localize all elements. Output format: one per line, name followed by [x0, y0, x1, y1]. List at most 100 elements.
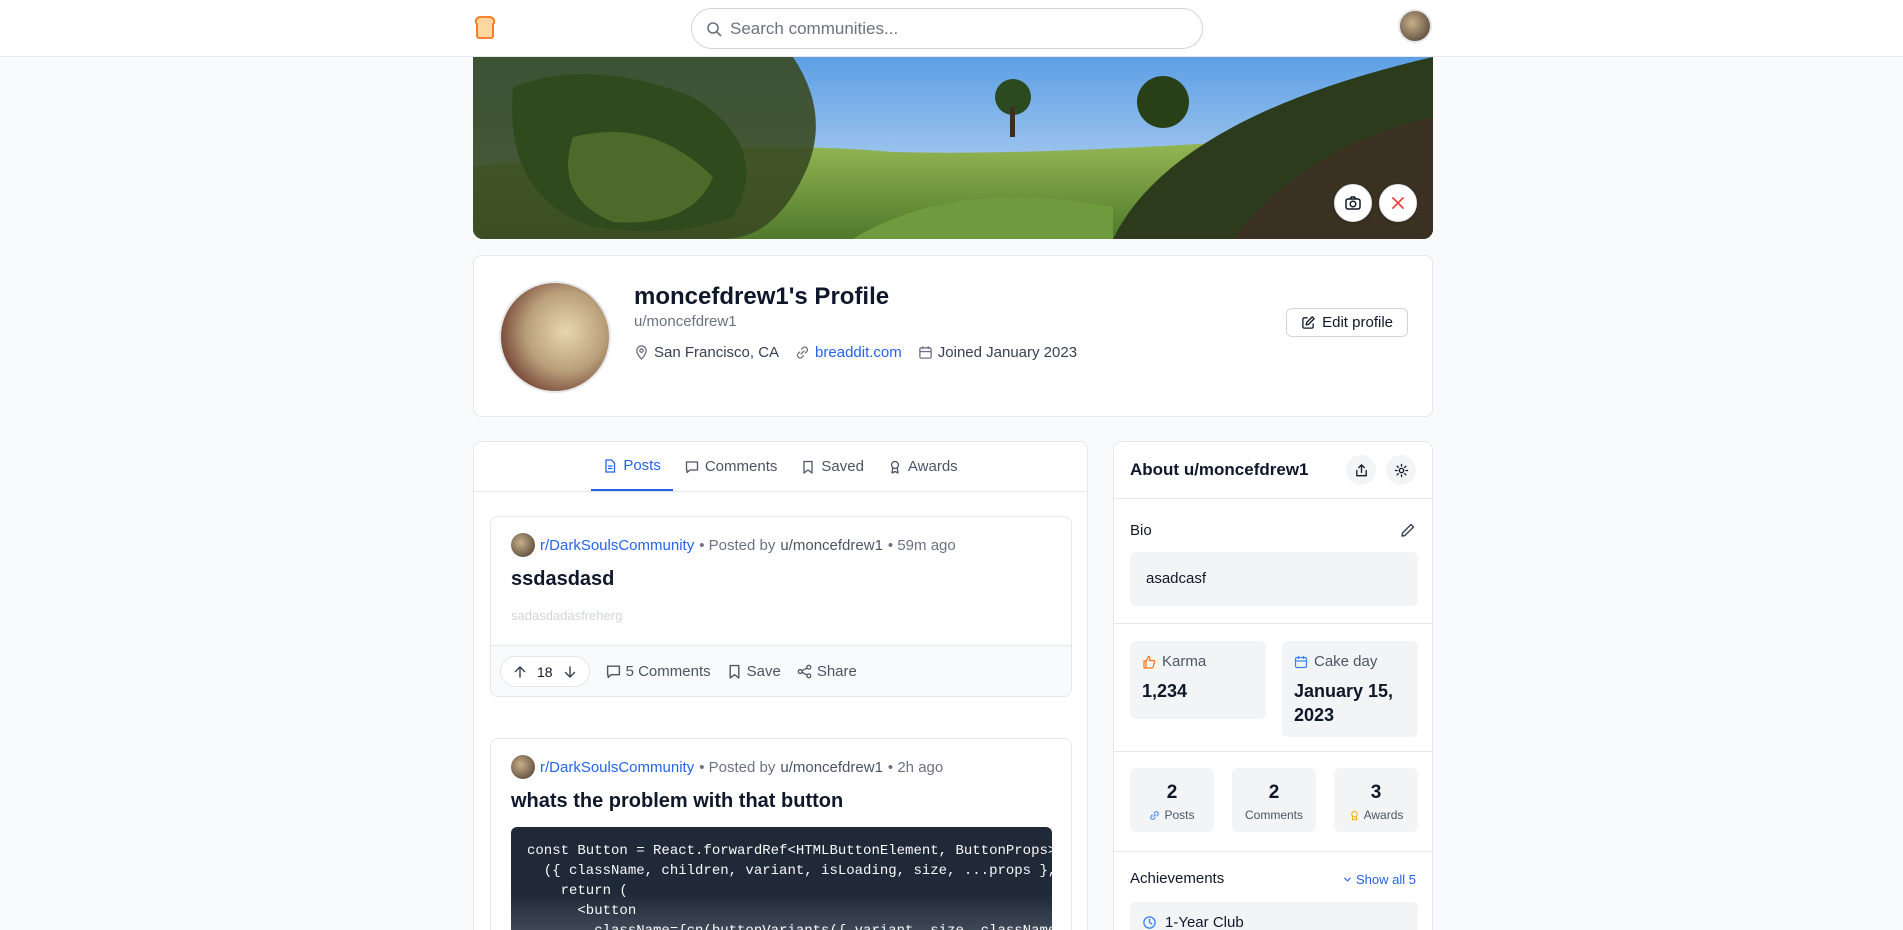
share-label: Share	[816, 663, 857, 680]
post-time: • 59m ago	[887, 536, 956, 554]
awards-stat: 3 Awards	[1334, 768, 1418, 832]
tab-posts[interactable]: Posts	[591, 442, 673, 491]
awards-count: 3	[1370, 782, 1382, 803]
divider	[1114, 751, 1432, 752]
remove-banner-button[interactable]	[1379, 184, 1417, 222]
edit-icon	[1302, 316, 1315, 329]
joined-info: Joined January 2023	[918, 344, 1077, 361]
thumbs-up-icon	[1143, 655, 1156, 669]
tab-posts-label: Posts	[623, 457, 661, 474]
share-profile-button[interactable]	[1346, 455, 1376, 485]
location-text: San Francisco, CA	[654, 344, 780, 361]
save-button[interactable]: Save	[727, 663, 781, 680]
sidebar-header: About u/moncefdrew1	[1114, 442, 1432, 499]
tab-saved-label: Saved	[821, 458, 864, 475]
comments-count: 2	[1268, 782, 1280, 803]
tab-comments[interactable]: Comments	[673, 442, 790, 491]
show-all-achievements-button[interactable]: Show all 5	[1342, 872, 1416, 887]
profile-handle: u/moncefdrew1	[634, 313, 737, 330]
author-link[interactable]: u/moncefdrew1	[780, 537, 883, 554]
edit-profile-button[interactable]: Edit profile	[1286, 308, 1408, 337]
achievement-item: 1-Year Club	[1130, 902, 1418, 930]
search-icon	[707, 21, 722, 36]
divider	[1114, 623, 1432, 624]
website-link[interactable]: breaddit.com	[815, 344, 902, 361]
map-pin-icon	[636, 345, 647, 360]
search-input[interactable]	[730, 18, 1170, 39]
posted-by-prefix: • Posted by	[699, 536, 776, 554]
comments-label: 5 Comments	[625, 663, 711, 680]
downvote-arrow-icon[interactable]	[563, 665, 577, 679]
profile-title: moncefdrew1's Profile	[634, 283, 890, 310]
comments-stat-label: Comments	[1244, 808, 1303, 822]
banner-landscape	[473, 57, 1433, 239]
save-label: Save	[746, 663, 781, 680]
divider	[1114, 851, 1432, 852]
posts-stat: 2 Posts	[1130, 768, 1214, 832]
profile-banner-image	[473, 57, 1433, 239]
edit-profile-label: Edit profile	[1322, 314, 1393, 331]
code-block: const Button = React.forwardRef<HTMLButt…	[511, 827, 1052, 930]
post-card[interactable]: r/DarkSoulsCommunity • Posted by u/monce…	[490, 738, 1072, 930]
profile-avatar[interactable]	[499, 281, 611, 393]
profile-feed: Posts Comments Saved Awards r/DarkSoulsC…	[473, 441, 1088, 930]
award-icon	[1350, 810, 1358, 821]
location-info: San Francisco, CA	[634, 344, 779, 361]
posted-by-prefix: • Posted by	[699, 758, 776, 776]
share-icon	[797, 664, 812, 679]
sidebar-title: About u/moncefdrew1	[1130, 460, 1309, 479]
subreddit-avatar	[511, 755, 535, 779]
pencil-icon[interactable]	[1400, 522, 1416, 538]
bookmark-icon	[729, 664, 740, 679]
post-body: sadasdadasfreherg	[511, 608, 623, 623]
bio-text: asadcasf	[1130, 552, 1418, 606]
user-avatar[interactable]	[1398, 9, 1432, 43]
post-card[interactable]: r/DarkSoulsCommunity • Posted by u/monce…	[490, 516, 1072, 697]
profile-tabs: Posts Comments Saved Awards	[474, 442, 1087, 492]
comment-icon	[606, 665, 620, 679]
award-icon	[890, 460, 900, 474]
author-link[interactable]: u/moncefdrew1	[780, 759, 883, 776]
search-bar[interactable]	[691, 8, 1203, 49]
achievements-title: Achievements	[1130, 870, 1225, 887]
bookmark-icon	[803, 460, 814, 474]
tab-saved[interactable]: Saved	[789, 442, 876, 491]
tab-awards-label: Awards	[907, 458, 958, 475]
cake-day-label: Cake day	[1314, 653, 1378, 670]
subreddit-link[interactable]: r/DarkSoulsCommunity	[540, 537, 694, 554]
camera-icon	[1345, 196, 1361, 210]
post-title[interactable]: whats the problem with that button	[511, 790, 843, 813]
chevron-down-icon	[1344, 877, 1351, 882]
link-icon	[1150, 810, 1160, 820]
calendar-icon	[1294, 655, 1308, 668]
subreddit-link[interactable]: r/DarkSoulsCommunity	[540, 759, 694, 776]
comments-stat: 2 Comments	[1232, 768, 1316, 832]
upvote-arrow-icon[interactable]	[513, 665, 527, 679]
upload-share-icon	[1355, 463, 1367, 476]
achievement-label: 1-Year Club	[1165, 913, 1244, 930]
gear-icon	[1394, 463, 1408, 477]
change-banner-button[interactable]	[1334, 184, 1372, 222]
profile-card: moncefdrew1's Profile u/moncefdrew1 San …	[473, 255, 1433, 417]
bread-logo-icon[interactable]	[472, 14, 498, 40]
tab-comments-label: Comments	[704, 458, 778, 475]
share-button[interactable]: Share	[797, 663, 857, 680]
clock-icon	[1143, 915, 1156, 929]
vote-count: 18	[537, 663, 553, 680]
top-navigation-bar	[0, 0, 1903, 57]
calendar-icon	[918, 346, 932, 359]
subreddit-avatar	[511, 533, 535, 557]
link-icon	[796, 346, 809, 359]
comments-button[interactable]: 5 Comments	[606, 663, 711, 680]
comment-icon	[685, 460, 698, 473]
posts-stat-label: Posts	[1164, 808, 1195, 822]
cake-day-value: January 15, 2023	[1294, 681, 1394, 725]
website-info[interactable]: breaddit.com	[795, 344, 902, 361]
post-header: r/DarkSoulsCommunity • Posted by u/monce…	[511, 533, 956, 557]
vote-control: 18	[500, 656, 590, 687]
profile-meta: San Francisco, CA breaddit.com Joined Ja…	[634, 344, 1077, 361]
tab-awards[interactable]: Awards	[876, 442, 970, 491]
post-title[interactable]: ssdasdasd	[511, 568, 614, 591]
awards-stat-label: Awards	[1363, 808, 1404, 822]
settings-button[interactable]	[1386, 455, 1416, 485]
